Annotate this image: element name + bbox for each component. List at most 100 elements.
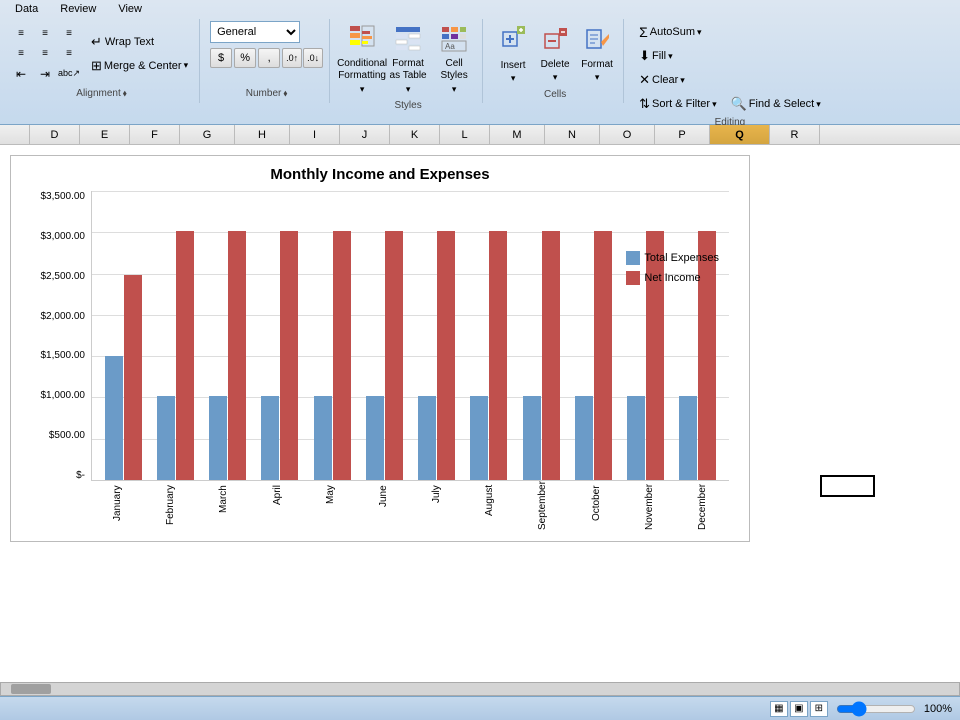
chart-legend: Total Expenses Net Income [626,251,719,285]
col-header-L[interactable]: L [440,125,490,144]
fill-dropdown-icon[interactable]: ▾ [668,51,673,62]
normal-view-button[interactable]: ▦ [770,701,788,717]
col-header-H[interactable]: H [235,125,290,144]
increase-decimal-button[interactable]: .0↑ [282,48,302,68]
format-button[interactable]: Format ▾ [577,23,617,86]
format-table-label: Format as Table [389,58,427,82]
conditional-formatting-button[interactable]: Conditional Formatting ▾ [340,21,384,98]
bar-feb-income [176,231,194,480]
decrease-decimal-button[interactable]: .0↓ [303,48,323,68]
wrap-text-button[interactable]: ↵ Wrap Text [86,31,193,53]
cs-dropdown-icon[interactable]: ▾ [452,84,457,95]
bar-jul-income [437,231,455,480]
delete-dropdown-icon[interactable]: ▾ [553,72,558,83]
cell-styles-button[interactable]: Aa Cell Styles ▾ [432,22,476,98]
percent-button[interactable]: % [234,48,256,68]
insert-button[interactable]: Insert ▾ [493,21,533,87]
decrease-indent-btn[interactable]: ⇤ [10,65,32,83]
selected-cell-indicator[interactable] [820,475,875,497]
spreadsheet-body: Monthly Income and Expenses $3,500.00 $3… [0,145,960,552]
col-header-I[interactable]: I [290,125,340,144]
zoom-slider[interactable] [836,702,916,716]
col-header-N[interactable]: N [545,125,600,144]
bar-april [254,191,306,480]
number-format-dropdown[interactable]: General [210,21,300,43]
col-header-G[interactable]: G [180,125,235,144]
col-header-E[interactable]: E [80,125,130,144]
y-label-1000: $1,000.00 [41,390,86,401]
align-right-btn[interactable]: ≡ [58,45,80,63]
bar-aug-expenses [470,396,488,480]
sigma-icon: Σ [639,24,648,40]
dollar-button[interactable]: $ [210,48,232,68]
bar-july [411,191,463,480]
ribbon: Data Review View ≡ ≡ ≡ ≡ ≡ ≡ [0,0,960,125]
increase-indent-btn[interactable]: ⇥ [34,65,56,83]
sf-dropdown-icon[interactable]: ▾ [712,99,717,110]
col-header-K[interactable]: K [390,125,440,144]
scrollbar-thumb[interactable] [11,684,51,694]
cf-dropdown-icon[interactable]: ▾ [360,84,365,95]
align-top-center-btn[interactable]: ≡ [34,25,56,43]
align-top-right-btn[interactable]: ≡ [58,25,80,43]
eraser-icon: ✕ [639,72,650,88]
bar-may-expenses [314,396,332,480]
bar-oct-expenses [575,396,593,480]
tab-data[interactable]: Data [4,0,49,17]
ft-dropdown-icon[interactable]: ▾ [406,84,411,95]
bar-december [672,191,724,480]
col-header-Q[interactable]: Q [710,125,770,144]
bar-sep-income [542,231,560,480]
sort-filter-button[interactable]: ⇅ Sort & Filter ▾ [634,93,722,115]
bar-september [515,191,567,480]
number-group-label: Number ⬧ [246,86,288,101]
bar-march [202,191,254,480]
col-header-F[interactable]: F [130,125,180,144]
clear-button[interactable]: ✕ Clear ▾ [634,69,690,91]
merge-dropdown-icon[interactable]: ▾ [184,60,189,71]
bar-apr-expenses [261,396,279,480]
fs-dropdown-icon[interactable]: ▾ [816,99,821,110]
col-header-P[interactable]: P [655,125,710,144]
align-top-left-btn[interactable]: ≡ [10,25,32,43]
bar-jul-expenses [418,396,436,480]
legend-income-color [626,271,640,285]
y-label-1500: $1,500.00 [41,350,86,361]
col-header-R[interactable]: R [770,125,820,144]
find-select-button[interactable]: 🔍 Find & Select ▾ [726,93,826,115]
merge-center-button[interactable]: ⊞ Merge & Center ▾ [86,55,193,77]
fill-button[interactable]: ⬇ Fill ▾ [634,45,678,67]
tab-review[interactable]: Review [49,0,107,17]
align-left-btn[interactable]: ≡ [10,45,32,63]
svg-text:Aa: Aa [445,42,455,51]
clear-dropdown-icon[interactable]: ▾ [680,75,685,86]
delete-icon [541,26,569,57]
col-header-M[interactable]: M [490,125,545,144]
number-expand-icon[interactable]: ⬧ [283,88,287,99]
col-header-D[interactable]: D [30,125,80,144]
align-center-btn[interactable]: ≡ [34,45,56,63]
orientation-btn[interactable]: abc↗ [58,65,80,83]
styles-controls: Conditional Formatting ▾ [340,21,476,98]
x-label-october: October [570,481,623,531]
bar-jun-income [385,231,403,480]
format-as-table-button[interactable]: Format as Table ▾ [386,22,430,98]
comma-button[interactable]: , [258,48,280,68]
legend-expenses-color [626,251,640,265]
autosum-dropdown-icon[interactable]: ▾ [697,27,702,38]
y-label-2000: $2,000.00 [41,311,86,322]
horizontal-scrollbar[interactable] [0,682,960,696]
format-dropdown-icon[interactable]: ▾ [595,72,600,83]
y-label-0: $- [76,470,85,481]
page-break-button[interactable]: ⊞ [810,701,828,717]
y-label-3500: $3,500.00 [41,191,86,202]
delete-button[interactable]: Delete ▾ [535,23,575,86]
insert-dropdown-icon[interactable]: ▾ [511,73,516,84]
tab-view[interactable]: View [107,0,153,17]
col-header-J[interactable]: J [340,125,390,144]
main-content: D E F G H I J K L M N O P Q R Monthly In… [0,125,960,682]
autosum-button[interactable]: Σ AutoSum ▾ [634,21,706,43]
page-layout-button[interactable]: ▣ [790,701,808,717]
col-header-O[interactable]: O [600,125,655,144]
alignment-expand-icon[interactable]: ⬧ [123,88,127,99]
